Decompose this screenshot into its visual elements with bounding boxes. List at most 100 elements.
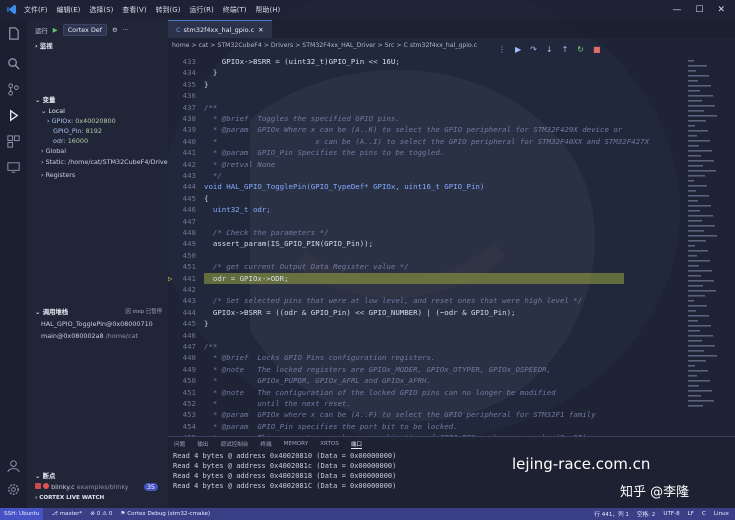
code-line[interactable]: 442 * @retval None [168, 159, 668, 170]
run-debug-icon[interactable] [6, 108, 21, 123]
platform[interactable]: Linux [714, 511, 729, 517]
line-number[interactable]: 436 [168, 90, 196, 101]
line-number[interactable]: 441 [168, 147, 196, 158]
minimize-icon[interactable]: — [672, 5, 681, 15]
editor-tab[interactable]: Cstm32f4xx_hal_gpio.c ✕ [168, 20, 272, 38]
line-number[interactable]: 442 [168, 284, 196, 295]
line-number[interactable]: 453 [168, 409, 196, 420]
step-into-icon[interactable]: ↓ [546, 45, 553, 54]
variable-row[interactable]: › GPIOx: 0x40020800 [27, 116, 168, 126]
breakpoint-item[interactable]: blinky.c examples/blinky 35 [27, 482, 168, 492]
menu-terminal[interactable]: 终端(T) [223, 5, 247, 15]
static-scope[interactable]: › Static: /home/cat/STM32CubeF4/Drivers [27, 156, 168, 169]
code-line[interactable]: 445} [168, 318, 668, 329]
code-line[interactable]: 436 [168, 90, 668, 101]
line-number[interactable]: 444 [168, 307, 196, 318]
variables-section-header[interactable]: ⌄ 变量 [27, 94, 168, 106]
menu-file[interactable]: 文件(F) [24, 5, 48, 15]
search-icon[interactable] [6, 56, 21, 71]
eol[interactable]: LF [688, 511, 694, 517]
callstack-frame[interactable]: main@0x080002a8 /home/cat [27, 330, 168, 342]
line-number[interactable]: 452 [168, 398, 196, 409]
line-number[interactable]: 445 [168, 318, 196, 329]
code-line[interactable]: 443 /* Set selected pins that were at lo… [168, 295, 668, 306]
panel-tab[interactable]: MEMORY [284, 441, 309, 447]
code-line[interactable]: 435} [168, 79, 668, 90]
callstack-section-header[interactable]: ⌄ 调用堆栈 因 step 已暂停 [27, 306, 168, 318]
settings-gear-icon[interactable] [6, 482, 21, 497]
line-number[interactable]: 446 [168, 330, 196, 341]
settings-icon[interactable]: ⚙ [112, 26, 118, 34]
remote-indicator[interactable]: SSH: Ubuntu [0, 508, 44, 520]
problems-indicator[interactable]: ⊗ 0 ⚠ 0 [90, 511, 112, 517]
variable-row[interactable]: GPIO_Pin: 8192 [27, 126, 168, 136]
line-number[interactable]: 446 [168, 204, 196, 215]
code-line[interactable]: 447 [168, 216, 668, 227]
code-line[interactable]: 448 /* Check the parameters */ [168, 227, 668, 238]
language-mode[interactable]: C [702, 511, 706, 517]
line-number[interactable]: 435 [168, 79, 196, 90]
code-line[interactable]: 450 * GPIOx_PUPDR, GPIOx_AFRL and GPIOx_… [168, 375, 668, 386]
code-line[interactable]: 440 * x can be (A..I) to select the GPIO… [168, 136, 668, 147]
remote-explorer-icon[interactable] [6, 160, 21, 175]
line-number[interactable]: 447 [168, 341, 196, 352]
watch-section-header[interactable]: › 监视 [27, 40, 168, 52]
code-line[interactable]: 434 } [168, 67, 668, 78]
callstack-frame[interactable]: HAL_GPIO_TogglePin@0x08000710 [27, 318, 168, 330]
more-icon[interactable]: ··· [123, 26, 129, 34]
line-number[interactable]: 445 [168, 193, 196, 204]
code-line[interactable]: 445 { [168, 193, 668, 204]
menu-edit[interactable]: 编辑(E) [57, 5, 81, 15]
code-line[interactable]: 444 GPIOx->BSRR = ((odr & GPIO_Pin) << G… [168, 307, 668, 318]
continue-icon[interactable]: ▶ [515, 45, 521, 54]
line-number[interactable]: 448 [168, 352, 196, 363]
code-line[interactable]: 448 * @brief Locks GPIO Pins configurati… [168, 352, 668, 363]
code-line[interactable]: 439 * @param GPIOx Where x can be (A..K)… [168, 124, 668, 135]
code-line[interactable]: 452 * until the next reset. [168, 398, 668, 409]
code-line[interactable]: 438 * @brief Toggles the specified GPIO … [168, 113, 668, 124]
panel-tab[interactable]: 端口 [350, 440, 363, 449]
line-number[interactable]: 451 [168, 261, 196, 272]
maximize-icon[interactable]: ☐ [695, 5, 703, 15]
branch-indicator[interactable]: ⎇ master* [51, 511, 82, 517]
code-view[interactable]: 433 GPIOx->BSRR = (uint32_t)GPIO_Pin << … [168, 56, 735, 454]
menu-goto[interactable]: 转到(G) [156, 5, 181, 15]
close-icon[interactable]: ✕ [717, 5, 725, 15]
line-number[interactable]: 439 [168, 124, 196, 135]
debug-config-select[interactable]: Cortex Def [62, 24, 107, 36]
explorer-icon[interactable] [6, 26, 21, 41]
line-number[interactable]: 434 [168, 67, 196, 78]
line-number[interactable]: 433 [168, 56, 196, 67]
line-number[interactable]: 450 [168, 375, 196, 386]
code-line[interactable]: 451 * @note The configuration of the loc… [168, 387, 668, 398]
panel-tab[interactable]: 终端 [260, 440, 271, 448]
close-tab-icon[interactable]: ✕ [258, 26, 263, 34]
stop-icon[interactable]: ■ [593, 45, 601, 54]
code-line[interactable]: 441 * @param GPIO_Pin Specifies the pins… [168, 147, 668, 158]
menu-help[interactable]: 帮助(H) [256, 5, 281, 15]
breakpoint-checkbox[interactable] [35, 483, 41, 489]
breadcrumb[interactable]: home > cat > STM32CubeF4 > Drivers > STM… [168, 38, 735, 52]
line-number[interactable]: 450 [168, 250, 196, 261]
extensions-icon[interactable] [6, 134, 21, 149]
live-watch-section-header[interactable]: › CORTEX LIVE WATCH [27, 492, 168, 504]
code-line[interactable]: ▷ 441 odr = GPIOx->ODR; [168, 273, 668, 284]
source-control-icon[interactable] [6, 82, 21, 97]
encoding[interactable]: UTF-8 [663, 511, 679, 517]
panel-tab[interactable]: XRTOS [320, 441, 339, 447]
line-number[interactable]: 451 [168, 387, 196, 398]
debug-session-indicator[interactable]: ⚑ Cortex Debug (stm32-cmake) [120, 511, 210, 517]
code-line[interactable]: 433 GPIOx->BSRR = (uint32_t)GPIO_Pin << … [168, 56, 668, 67]
code-line[interactable]: 442 [168, 284, 668, 295]
start-debug-icon[interactable]: ▶ [53, 26, 58, 34]
step-over-icon[interactable]: ↷ [530, 45, 537, 54]
code-line[interactable]: 446 [168, 330, 668, 341]
code-line[interactable]: 444 void HAL_GPIO_TogglePin(GPIO_TypeDef*… [168, 181, 668, 192]
code-line[interactable]: 449 assert_param(IS_GPIO_PIN(GPIO_Pin)); [168, 238, 668, 249]
line-number[interactable]: 444 [168, 181, 196, 192]
panel-tab[interactable]: 输出 [197, 440, 208, 448]
breakpoints-section-header[interactable]: ⌄ 断点 [27, 470, 168, 482]
restart-icon[interactable]: ↻ [577, 45, 584, 54]
code-line[interactable]: 450 [168, 250, 668, 261]
code-line[interactable]: 451 /* get current Output Data Register … [168, 261, 668, 272]
